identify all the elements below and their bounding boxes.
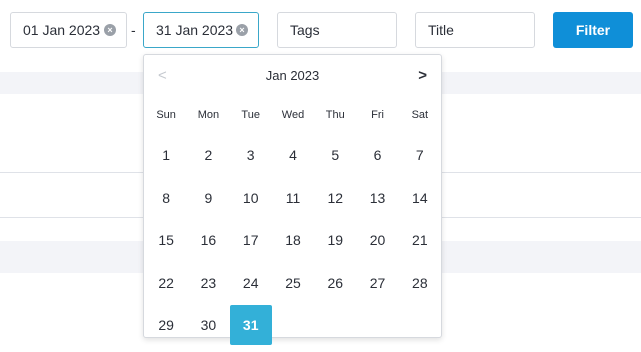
title-input[interactable]: Title [415, 12, 535, 48]
calendar-day[interactable]: 9 [187, 178, 229, 218]
month-label: Jan 2023 [265, 68, 320, 83]
calendar-header: < Jan 2023 > [144, 55, 441, 97]
calendar-day[interactable]: 20 [356, 220, 398, 260]
clear-icon[interactable]: × [236, 24, 248, 36]
calendar-week: 29 30 31 [145, 305, 441, 345]
calendar-day[interactable]: 6 [356, 135, 398, 175]
calendar-day[interactable]: 12 [314, 178, 356, 218]
calendar-day[interactable]: 23 [187, 263, 229, 303]
calendar-day[interactable]: 14 [399, 178, 441, 218]
weekday-header: Sun Mon Tue Wed Thu Fri Sat [144, 109, 441, 121]
date-from-value: 01 Jan 2023 [23, 22, 101, 38]
calendar-day[interactable]: 17 [230, 220, 272, 260]
calendar-day[interactable]: 2 [187, 135, 229, 175]
tags-placeholder: Tags [290, 22, 320, 38]
calendar-day[interactable]: 16 [187, 220, 229, 260]
calendar-day[interactable]: 10 [230, 178, 272, 218]
calendar-week: 8 9 10 11 12 13 14 [145, 178, 441, 218]
calendar-day[interactable]: 22 [145, 263, 187, 303]
calendar-day[interactable]: 26 [314, 263, 356, 303]
calendar-day[interactable]: 11 [272, 178, 314, 218]
filter-button[interactable]: Filter [553, 12, 633, 48]
calendar-day[interactable]: 5 [314, 135, 356, 175]
weekday-label: Sun [156, 109, 176, 121]
calendar-week: 1234567 [145, 135, 441, 175]
weekday-label: Wed [281, 109, 305, 121]
weekday-label: Fri [371, 109, 384, 121]
next-month-button[interactable]: > [418, 67, 427, 84]
calendar-week: 22 23 24 25 26 27 28 [145, 263, 441, 303]
calendar-day[interactable]: 30 [187, 305, 229, 345]
calendar-day[interactable]: 3 [230, 135, 272, 175]
calendar-day[interactable]: 31 [229, 305, 272, 345]
calendar-day[interactable]: 13 [356, 178, 398, 218]
calendar-grid: 1 2 3 4 5 6 7 8 9 10 11 12 13 14 15 16 17 18 19 20 21 22 23 24 2… [144, 135, 441, 348]
date-to-input[interactable]: 31 Jan 2023 × [143, 12, 259, 48]
date-to-value: 31 Jan 2023 [156, 22, 234, 38]
tags-input[interactable]: Tags [277, 12, 397, 48]
weekday-label: Mon [197, 109, 220, 121]
clear-icon[interactable]: × [104, 24, 116, 36]
calendar-day[interactable]: 4 [272, 135, 314, 175]
date-from-input[interactable]: 01 Jan 2023 × [10, 12, 127, 48]
weekday-label: Thu [325, 109, 345, 121]
calendar-day[interactable]: 28 [399, 263, 441, 303]
calendar-day[interactable]: 8 [145, 178, 187, 218]
calendar-day[interactable]: 21 [399, 220, 441, 260]
calendar-day[interactable]: 18 [272, 220, 314, 260]
calendar-day[interactable]: 27 [356, 263, 398, 303]
calendar-day[interactable]: 19 [314, 220, 356, 260]
weekday-label: Sat [411, 109, 429, 121]
calendar-day[interactable]: 24 [230, 263, 272, 303]
calendar-day[interactable]: 29 [145, 305, 187, 345]
title-placeholder: Title [428, 22, 454, 38]
weekday-label: Tue [241, 109, 260, 121]
calendar-day[interactable]: 7 [399, 135, 441, 175]
date-picker-popup: < Jan 2023 > Sun Mon Tue Wed Thu Fri Sat 12345… [143, 54, 442, 345]
calendar-day[interactable]: 1 [145, 135, 187, 175]
calendar-day[interactable]: 15 [145, 220, 187, 260]
calendar-week: 15 16 17 18 19 20 21 [145, 220, 441, 260]
calendar-day[interactable]: 25 [272, 263, 314, 303]
date-range-separator: - [131, 22, 136, 38]
